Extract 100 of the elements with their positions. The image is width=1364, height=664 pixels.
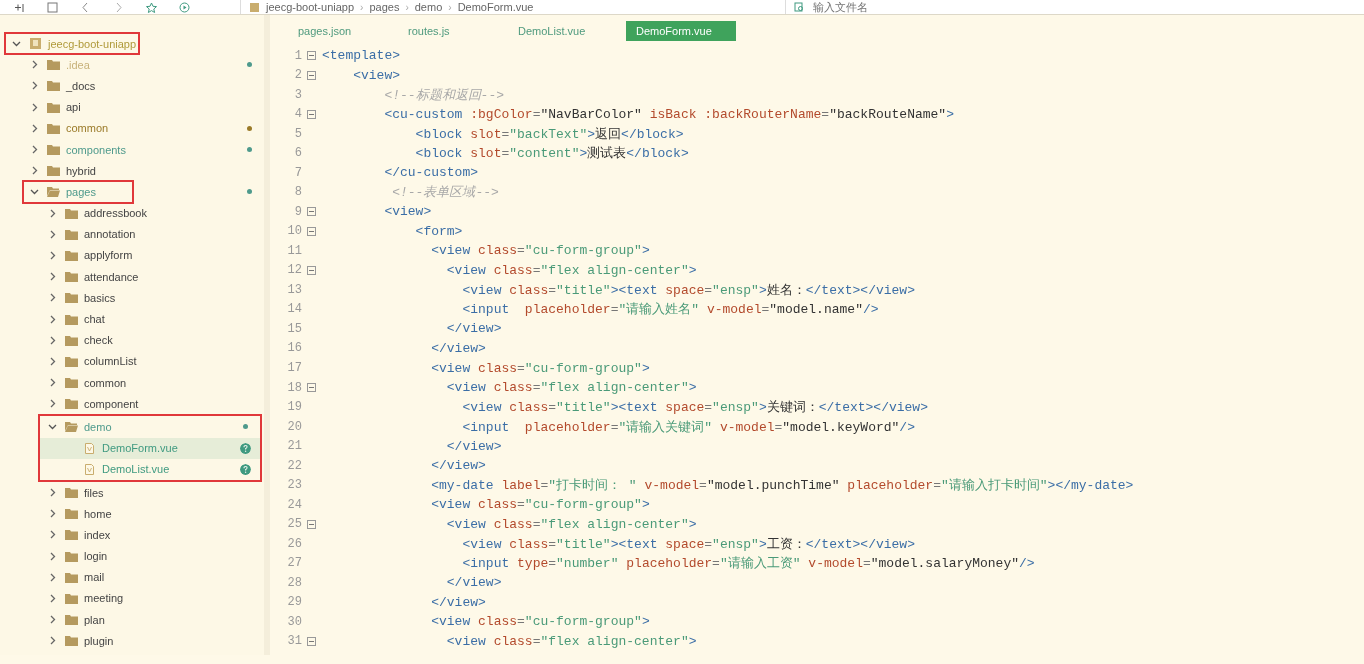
- line-number: 15: [286, 321, 302, 336]
- tree-item[interactable]: applyform: [0, 244, 264, 267]
- fold-icon[interactable]: [307, 636, 316, 646]
- tree-item[interactable]: basics: [0, 287, 264, 309]
- code-line: </cu-custom>: [383, 165, 479, 181]
- tree-item[interactable]: common: [0, 372, 264, 394]
- fold-icon[interactable]: [307, 226, 316, 236]
- line-number: 17: [286, 361, 302, 375]
- tree-item[interactable]: common: [0, 117, 264, 139]
- line-number: 29: [286, 595, 302, 610]
- code-line: <!--标题和返回-->: [383, 86, 505, 104]
- fold-icon[interactable]: [307, 383, 316, 392]
- line-number: 3: [293, 87, 302, 102]
- line-number: 2: [293, 68, 302, 83]
- tree-item[interactable]: plan: [0, 609, 264, 631]
- code-line: <view class="flex align-center">: [445, 516, 697, 532]
- folder-icon: [65, 529, 78, 541]
- tree-item[interactable]: login: [0, 545, 264, 567]
- file-icon: [83, 442, 96, 454]
- code-line: <view class="cu-form-group">: [430, 243, 650, 259]
- tree-item[interactable]: addressbook: [0, 202, 264, 224]
- line-number: 26: [286, 536, 302, 551]
- folder-icon: [47, 165, 60, 177]
- line-number: 20: [286, 419, 302, 434]
- fold-icon[interactable]: [307, 207, 316, 217]
- fold-icon[interactable]: [307, 109, 316, 119]
- line-number: 8: [293, 185, 302, 200]
- item-label: pages: [66, 185, 97, 198]
- item-label: common: [84, 376, 128, 389]
- line-number: 4: [293, 107, 302, 122]
- tree-item[interactable]: chat: [0, 308, 264, 330]
- breadcrumb-item[interactable]: jeecg-boot-uniapp: [266, 1, 355, 13]
- item-label: home: [84, 507, 113, 520]
- fold-icon[interactable]: [307, 519, 316, 529]
- breadcrumb-item[interactable]: DemoForm.vue: [457, 1, 534, 13]
- code-line: <view class="cu-form-group">: [430, 360, 650, 376]
- fold-icon[interactable]: [307, 51, 316, 61]
- line-number: 31: [286, 634, 302, 649]
- tree-item[interactable]: index: [0, 524, 264, 546]
- folder-icon: [65, 249, 78, 261]
- search-field[interactable]: 输入文件名: [813, 1, 933, 13]
- item-label: hybrid: [66, 164, 97, 177]
- tree-item[interactable]: hybrid: [0, 160, 264, 182]
- folder-icon: [47, 80, 60, 92]
- line-number: 5: [293, 126, 302, 141]
- item-label: login: [84, 550, 109, 563]
- tree-item[interactable]: check: [0, 329, 264, 351]
- tree-item[interactable]: mail: [0, 566, 264, 588]
- folder-icon: [65, 398, 78, 410]
- code-line: <template>: [322, 48, 400, 64]
- tree-item[interactable]: meeting: [0, 587, 264, 610]
- fold-icon[interactable]: [307, 265, 316, 275]
- line-number: 28: [286, 575, 302, 590]
- item-label: components: [66, 143, 127, 156]
- line-number: 24: [286, 497, 302, 512]
- new-file-icon[interactable]: [14, 1, 25, 13]
- line-number: 9: [293, 204, 302, 219]
- code-line: </view>: [430, 341, 486, 356]
- tree-item[interactable]: columnList: [0, 350, 264, 372]
- line-number: 10: [286, 224, 302, 239]
- tree-item[interactable]: api: [0, 96, 264, 118]
- tree-item[interactable]: plugin: [0, 630, 264, 652]
- code-line: <view class="cu-form-group">: [430, 614, 650, 630]
- tree-item[interactable]: _docs: [0, 75, 264, 97]
- line-number: 30: [286, 614, 302, 629]
- code-line: <view class="flex align-center">: [445, 633, 697, 649]
- folder-icon: [65, 377, 78, 389]
- star-icon[interactable]: [146, 1, 157, 13]
- folder-icon: [47, 144, 60, 156]
- item-label: basics: [84, 291, 117, 304]
- folder-icon: [47, 101, 60, 113]
- item-label: api: [66, 101, 82, 114]
- tree-item[interactable]: files: [0, 481, 264, 504]
- folder-icon: [65, 508, 78, 520]
- folder-icon: [65, 592, 78, 604]
- item-label: addressbook: [84, 207, 148, 220]
- breadcrumb-item[interactable]: demo: [414, 1, 443, 13]
- folder-icon: [65, 271, 78, 283]
- tree-item[interactable]: attendance: [0, 266, 264, 288]
- fold-icon[interactable]: [307, 70, 316, 80]
- square-icon[interactable]: [47, 1, 58, 13]
- line-number: 16: [286, 341, 302, 356]
- project-icon: [249, 1, 260, 13]
- tree-item[interactable]: annotation: [0, 223, 264, 245]
- folder-icon: [65, 228, 78, 240]
- line-number: 19: [286, 400, 302, 415]
- run-icon[interactable]: [179, 1, 190, 13]
- code-line: <cu-custom :bgColor="NavBarColor" isBack :backRouterName="backRouteName">: [383, 106, 954, 122]
- line-number: 11: [286, 243, 302, 258]
- project-icon: [29, 38, 42, 50]
- tree-item[interactable]: home: [0, 503, 264, 525]
- item-label: files: [84, 486, 105, 499]
- tree-item[interactable]: component: [0, 393, 264, 415]
- code-line: <view class="title"><text space="ensp">关键词：</text></view>: [461, 399, 928, 417]
- folder-icon: [65, 487, 78, 499]
- breadcrumb-item[interactable]: pages: [369, 1, 400, 13]
- line-number: 14: [286, 302, 302, 317]
- item-label: meeting: [84, 592, 125, 605]
- item-label: mail: [84, 571, 106, 584]
- folder-icon: [65, 292, 78, 304]
